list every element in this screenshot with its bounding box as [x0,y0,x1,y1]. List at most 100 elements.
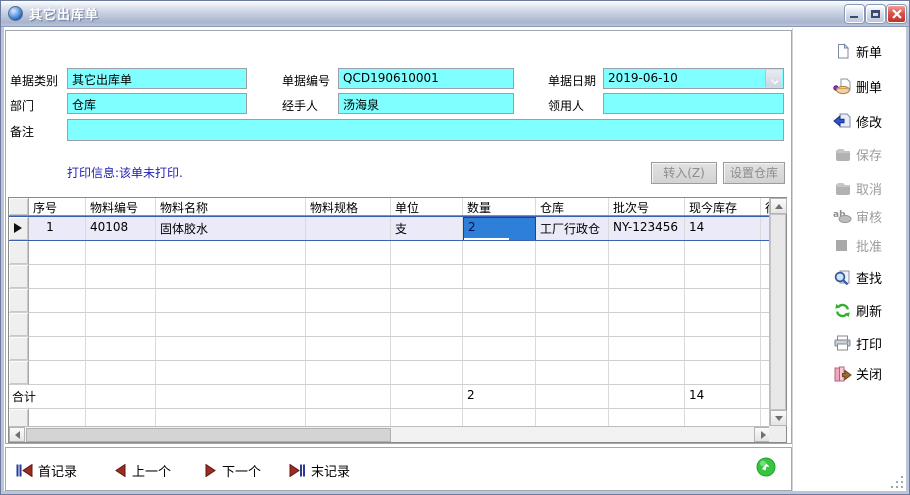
remark-field[interactable] [67,119,784,141]
chevron-down-icon[interactable] [765,70,782,87]
approve-icon [833,237,852,254]
cell-seq[interactable]: 1 [29,217,86,240]
close-doc-icon [833,365,852,382]
new-doc-icon [833,43,852,60]
vertical-scroll-thumb[interactable] [770,214,786,410]
column-header-qty[interactable]: 数量 [463,198,536,215]
column-header-unit[interactable]: 单位 [391,198,463,215]
sidebar-button-save[interactable]: 保存 [833,144,882,164]
audit-icon: ab [833,208,852,225]
column-header-spec[interactable]: 物料规格 [306,198,391,215]
next-record-button[interactable]: 下一个 [204,461,261,479]
sidebar-button-new[interactable]: 新单 [833,41,882,61]
total-empty [306,385,391,409]
column-header-material-name[interactable]: 物料名称 [156,198,306,215]
total-empty [86,385,156,409]
first-record-button[interactable]: 首记录 [16,461,77,479]
scroll-up-button[interactable] [770,198,787,214]
recipient-label: 领用人 [548,97,584,114]
cell-material-id[interactable]: 40108 [86,217,156,240]
column-header-material-id[interactable]: 物料编号 [86,198,156,215]
window-frame-left [1,27,4,495]
column-header-warehouse[interactable]: 仓库 [536,198,609,215]
scroll-right-button[interactable] [754,427,770,442]
maximize-button[interactable] [866,5,885,23]
title-bar[interactable]: 其它出库单 [1,1,910,27]
cell-batch[interactable]: NY-123456 [609,217,685,240]
table-empty-row [9,409,786,427]
table-empty-row [9,313,786,337]
doc-date-value: 2019-06-10 [608,71,678,85]
doc-type-field[interactable]: 其它出库单 [67,68,247,89]
sidebar-button-modify[interactable]: 修改 [833,111,882,131]
scroll-left-button[interactable] [9,427,25,442]
total-empty [609,385,685,409]
first-record-icon [16,464,33,477]
total-empty [156,385,306,409]
sidebar-button-approve[interactable]: 批准 [833,235,882,255]
horizontal-scrollbar[interactable] [9,426,770,442]
transfer-button[interactable]: 转入(Z) [651,162,717,184]
sidebar-button-refresh[interactable]: 刷新 [833,300,882,320]
status-green-icon[interactable] [756,457,776,477]
arrow-right-icon [761,431,766,439]
department-field[interactable]: 仓库 [67,93,247,114]
minimize-button[interactable] [845,5,864,23]
arrow-down-icon [775,416,783,421]
handler-label: 经手人 [282,97,318,114]
row-indicator-header [9,198,29,215]
vertical-scrollbar[interactable] [769,198,786,426]
print-icon [833,335,852,352]
sidebar-button-close[interactable]: 关闭 [833,363,882,383]
cell-stock[interactable]: 14 [685,217,761,240]
table-row[interactable]: 1 40108 固体胶水 支 2 工厂行政仓 NY-123456 14 [9,216,786,241]
cell-spec[interactable] [306,217,391,240]
save-icon [833,146,852,163]
cell-qty-selected[interactable]: 2 [463,217,536,240]
cell-warehouse[interactable]: 工厂行政仓 [536,217,609,240]
app-window: 其它出库单 单据类别 其它出库单 单据编号 QCD190610001 单据日期 … [0,0,910,495]
sidebar-button-print[interactable]: 打印 [833,333,882,353]
table-empty-row [9,337,786,361]
last-record-button[interactable]: 末记录 [289,461,350,479]
column-header-batch[interactable]: 批次号 [609,198,685,215]
sidebar-button-delete[interactable]: 删单 [833,76,882,96]
total-empty [536,385,609,409]
cancel-icon [833,180,852,197]
doc-date-field[interactable]: 2019-06-10 [603,68,784,89]
table-empty-row [9,361,786,385]
window-title: 其它出库单 [29,4,99,23]
edit-doc-icon [833,113,852,130]
sidebar-button-find[interactable]: 查找 [833,267,882,287]
search-icon [833,269,852,286]
current-row-indicator [9,217,29,240]
total-label: 合计 [9,385,86,409]
handler-field[interactable]: 汤海泉 [338,93,514,114]
sidebar-button-cancel[interactable]: 取消 [833,178,882,198]
resize-grip[interactable] [891,476,903,488]
horizontal-scroll-thumb[interactable] [26,428,391,442]
column-header-stock[interactable]: 现今库存 [685,198,761,215]
recipient-field[interactable] [603,93,784,114]
previous-record-icon [114,464,127,477]
total-stock: 14 [685,385,761,409]
set-warehouse-button[interactable]: 设置仓库 [723,162,785,184]
sidebar-button-audit[interactable]: ab 审核 [833,206,882,226]
previous-record-button[interactable]: 上一个 [114,461,171,479]
app-globe-icon [8,6,23,21]
table-empty-row [9,289,786,313]
close-icon [891,8,903,20]
window-frame-bottom [1,491,910,494]
column-header-seq[interactable]: 序号 [29,198,86,215]
scroll-down-button[interactable] [770,410,787,426]
cell-unit[interactable]: 支 [391,217,463,240]
total-empty [391,385,463,409]
cell-material-name[interactable]: 固体胶水 [156,217,306,240]
remark-label: 备注 [10,123,34,140]
row-arrow-icon [14,223,22,233]
maximize-icon [871,10,880,18]
next-record-icon [204,464,217,477]
doc-number-field[interactable]: QCD190610001 [338,68,514,89]
close-button[interactable] [887,5,906,23]
record-nav-bar: 首记录 上一个 下一个 末记录 [5,447,792,491]
